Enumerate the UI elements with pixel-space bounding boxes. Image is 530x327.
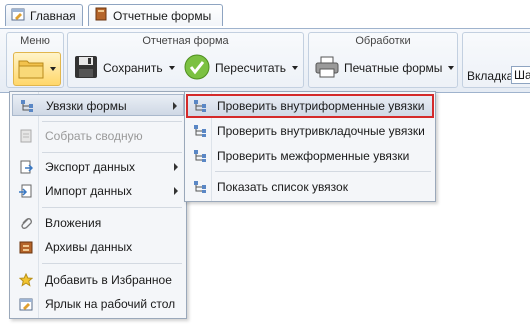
menu-item-label: Импорт данных: [45, 184, 132, 198]
chevron-down-icon: [448, 66, 455, 70]
submenu-item-label: Проверить внутриформенные увязки: [217, 99, 425, 113]
paperclip-icon: [19, 216, 33, 233]
link-tree-icon: [193, 149, 207, 166]
menu-divider: [42, 121, 182, 122]
archive-icon: [19, 240, 33, 257]
print-forms-label: Печатные формы: [344, 61, 443, 75]
export-icon: [19, 160, 34, 177]
menu-item-collect-summary[interactable]: Собрать сводную: [12, 125, 184, 147]
menu-item-attachments[interactable]: Вложения: [12, 212, 184, 234]
link-tree-icon: [193, 124, 207, 141]
menu-button[interactable]: [13, 52, 61, 86]
chevron-down-icon: [292, 66, 298, 70]
book-icon: [94, 7, 108, 24]
tab-report-forms-label: Отчетные формы: [113, 8, 212, 23]
tab-select-group: Вкладка Ша: [462, 32, 530, 88]
star-icon: [18, 272, 34, 290]
chevron-down-icon: [50, 67, 56, 71]
submenu-item-check-interform[interactable]: Проверить межформенные увязки: [187, 145, 433, 167]
tab-home-label: Главная: [30, 8, 76, 23]
main-menu: Увязки формы Собрать сводную Экспорт дан…: [9, 91, 187, 319]
menu-group-title: Меню: [20, 35, 50, 47]
tab-select-label: Вкладка: [467, 69, 514, 83]
submenu-divider: [215, 171, 431, 172]
submenu-item-label: Проверить внутривкладочные увязки: [217, 124, 425, 138]
menu-item-label: Собрать сводную: [45, 129, 143, 143]
menu-item-label: Экспорт данных: [45, 160, 135, 174]
floppy-disk-icon: [74, 55, 98, 82]
menu-item-archives[interactable]: Архивы данных: [12, 236, 184, 258]
report-form-group: Отчетная форма Сохранить Пересчитать: [67, 32, 304, 88]
menu-group: Меню: [6, 32, 64, 88]
menu-item-label: Добавить в Избранное: [45, 273, 172, 287]
menu-item-export[interactable]: Экспорт данных: [12, 156, 184, 178]
processing-group: Обработки Печатные формы: [308, 32, 458, 88]
submenu-arrow-icon: [173, 102, 177, 110]
menu-item-label: Архивы данных: [45, 240, 133, 254]
save-label: Сохранить: [103, 61, 163, 75]
menu-divider: [42, 207, 182, 208]
tab-select-input[interactable]: Ша: [511, 66, 530, 84]
collect-icon: [19, 129, 33, 146]
report-form-group-title: Отчетная форма: [142, 35, 229, 47]
tab-strip: Главная Отчетные формы: [0, 0, 530, 30]
submenu-arrow-icon: [174, 163, 178, 171]
menu-divider: [42, 152, 182, 153]
processing-group-title: Обработки: [355, 35, 411, 47]
submenu-item-label: Проверить межформенные увязки: [217, 149, 410, 163]
import-icon: [19, 184, 33, 201]
submenu-item-check-intratab[interactable]: Проверить внутривкладочные увязки: [187, 120, 433, 142]
menu-divider: [42, 263, 182, 264]
menu-item-desktop-shortcut[interactable]: Ярлык на рабочий стол: [12, 293, 184, 315]
menu-item-label: Увязки формы: [46, 99, 127, 113]
link-tree-icon: [20, 99, 34, 116]
submenu-arrow-icon: [174, 187, 178, 195]
tab-home[interactable]: Главная: [5, 4, 83, 26]
links-submenu: Проверить внутриформенные увязки Провери…: [184, 91, 436, 202]
submenu-item-check-intraform[interactable]: Проверить внутриформенные увязки: [186, 94, 434, 118]
menu-item-label: Вложения: [45, 216, 102, 230]
menu-item-import[interactable]: Импорт данных: [12, 180, 184, 202]
save-button[interactable]: Сохранить: [74, 52, 175, 84]
folder-icon: [18, 57, 44, 82]
link-tree-icon: [193, 180, 207, 197]
menu-item-add-favorites[interactable]: Добавить в Избранное: [12, 269, 184, 291]
submenu-item-show-links-list[interactable]: Показать список увязок: [187, 176, 433, 198]
tab-report-forms[interactable]: Отчетные формы: [88, 4, 223, 26]
submenu-item-label: Показать список увязок: [217, 180, 348, 194]
print-forms-button[interactable]: Печатные формы: [315, 52, 455, 84]
recalculate-button[interactable]: Пересчитать: [184, 52, 298, 84]
shortcut-icon: [19, 297, 33, 314]
menu-item-form-links[interactable]: Увязки формы: [12, 94, 184, 116]
printer-icon: [315, 55, 339, 82]
menu-item-label: Ярлык на рабочий стол: [45, 297, 176, 311]
ribbon: Меню Отчетная форма Сохранить Пересчитат…: [0, 28, 530, 93]
check-circle-icon: [184, 54, 210, 83]
link-tree-icon: [193, 99, 207, 116]
recalculate-label: Пересчитать: [215, 61, 286, 75]
chevron-down-icon: [168, 66, 175, 70]
home-tab-icon: [11, 7, 25, 24]
